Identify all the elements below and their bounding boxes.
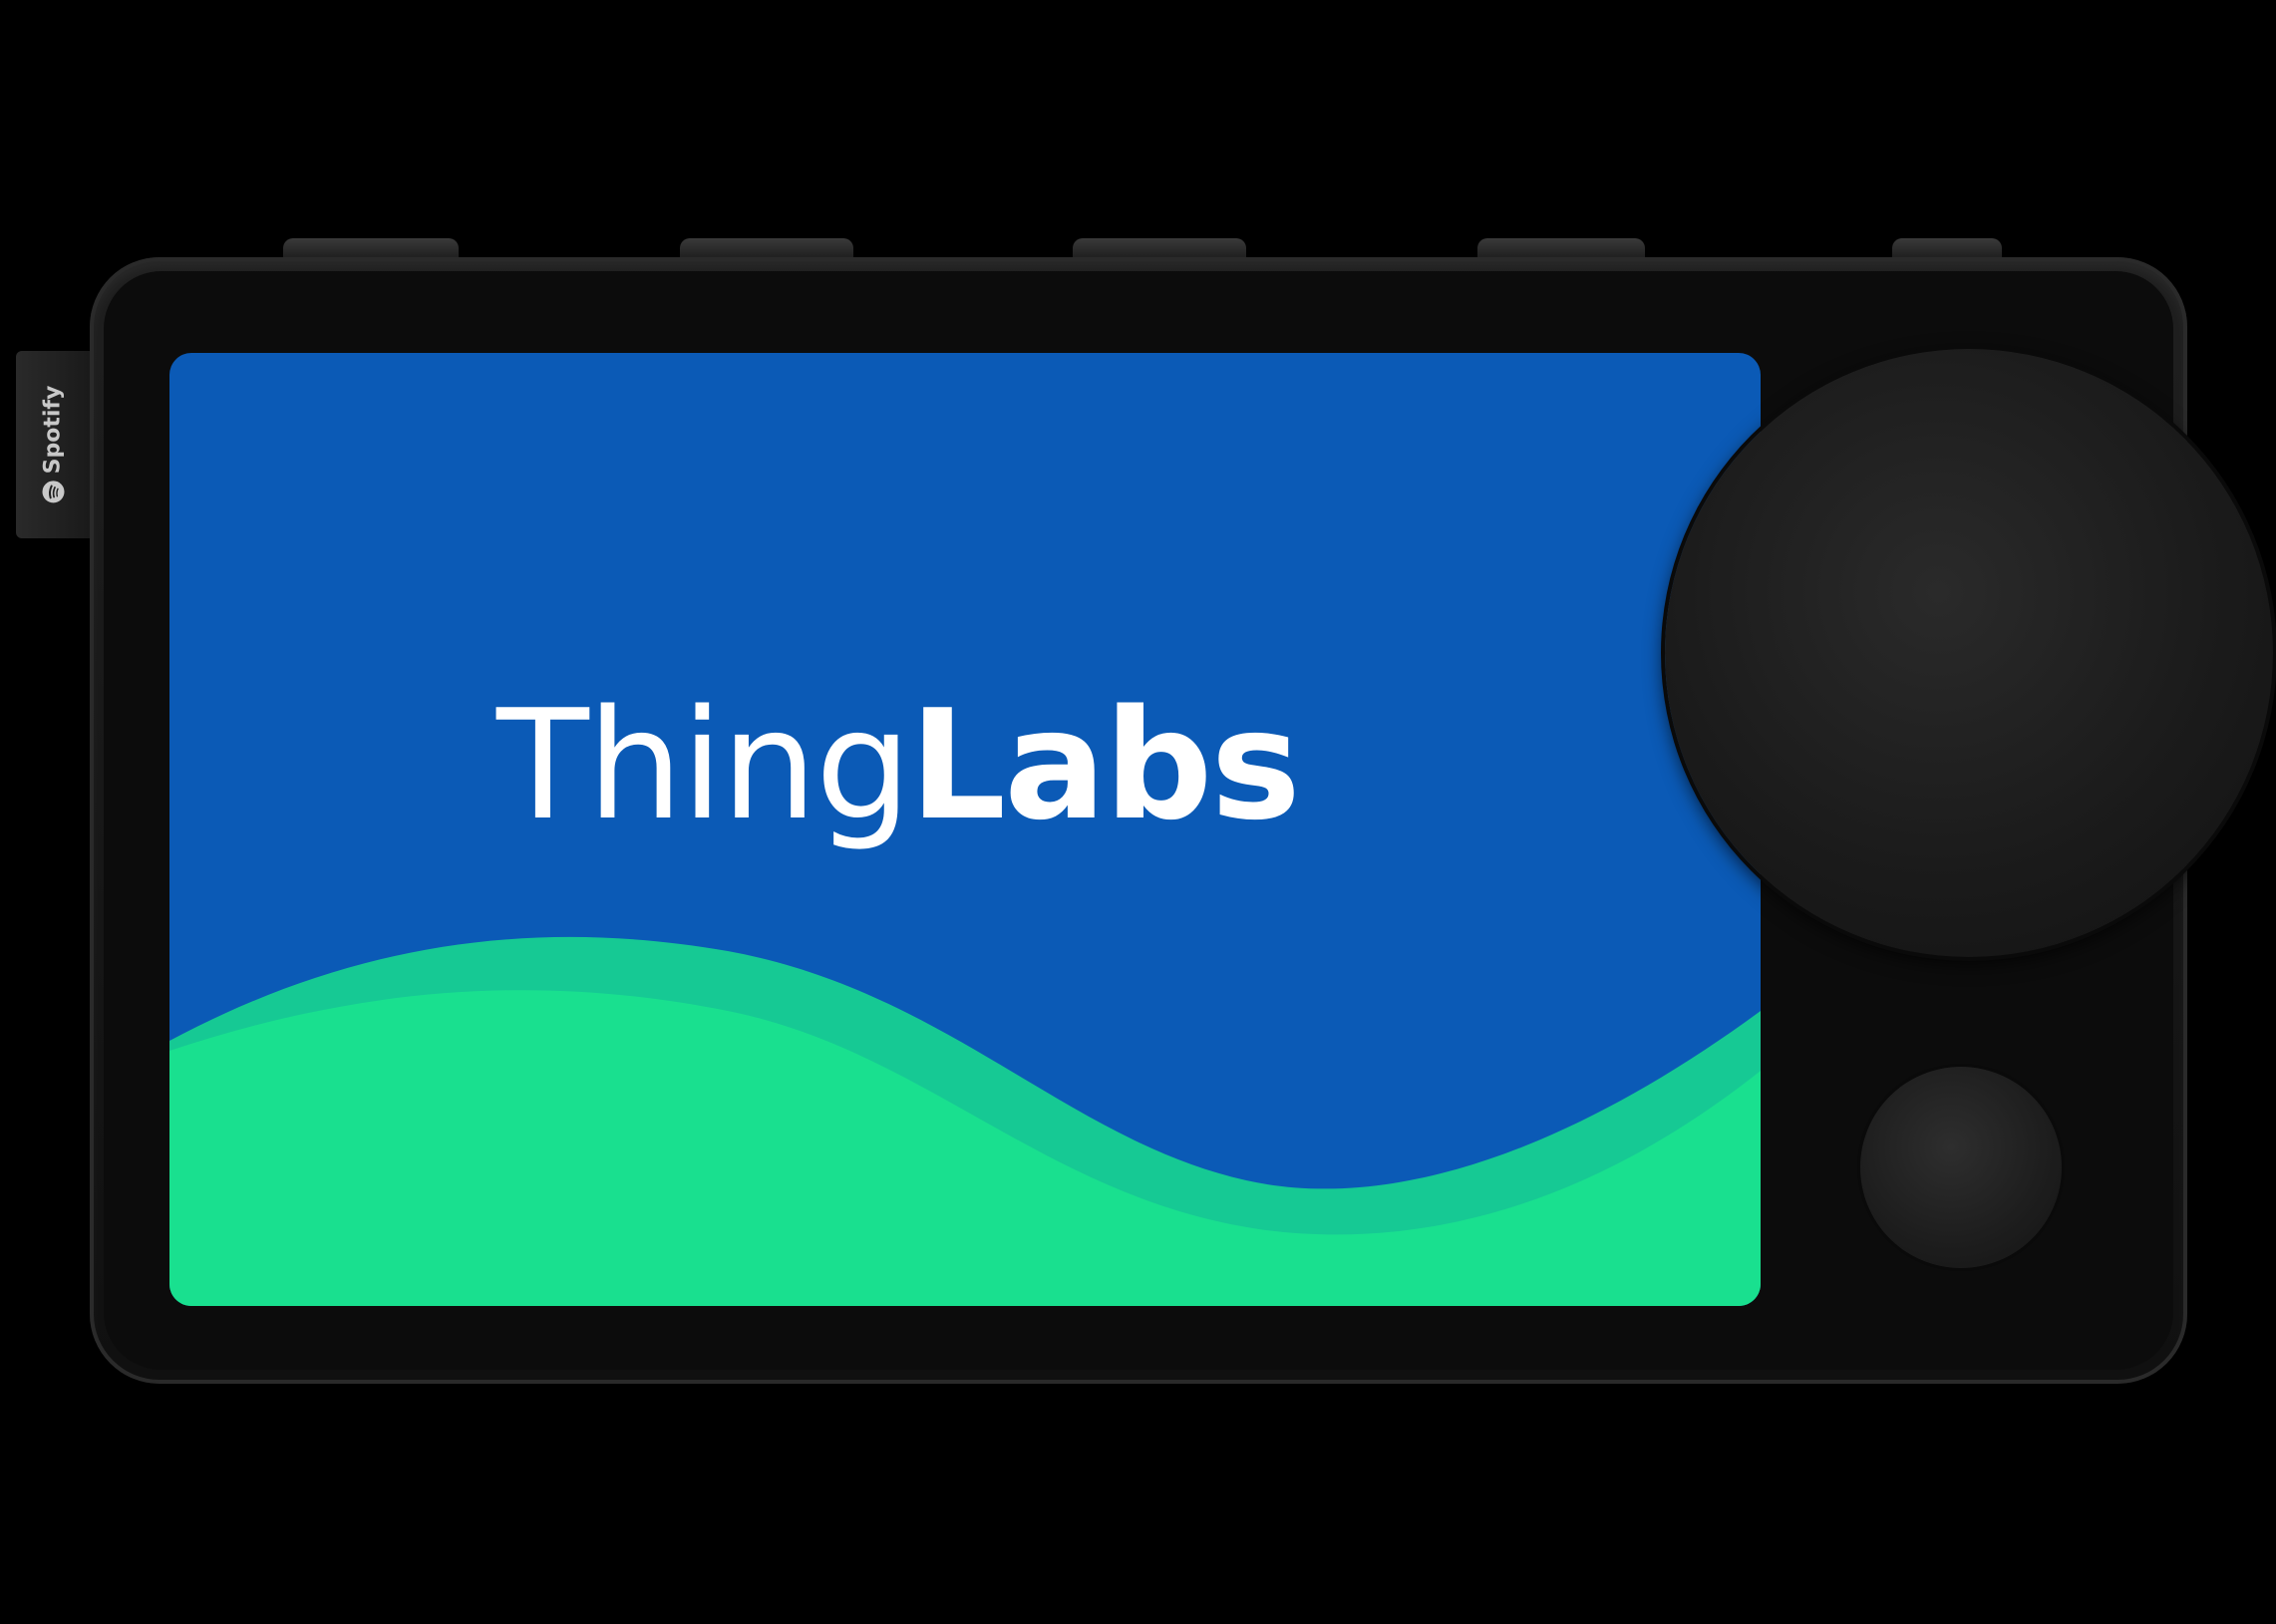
side-tag-text: Spotify [40,385,66,475]
logo-regular-text: Thing [496,677,911,853]
thinglabs-logo: ThingLabs [496,690,1301,841]
back-button[interactable] [1860,1067,2062,1268]
display-screen[interactable]: ThingLabs [169,353,1761,1306]
device-stage: Spotify ThingLabs [0,0,2276,1624]
spotify-side-tag: Spotify [16,351,90,538]
rotary-dial-knob[interactable] [1665,349,2273,957]
logo-bold-text: Labs [909,677,1301,853]
side-tag-label: Spotify [41,386,66,504]
spotify-icon [42,481,64,503]
